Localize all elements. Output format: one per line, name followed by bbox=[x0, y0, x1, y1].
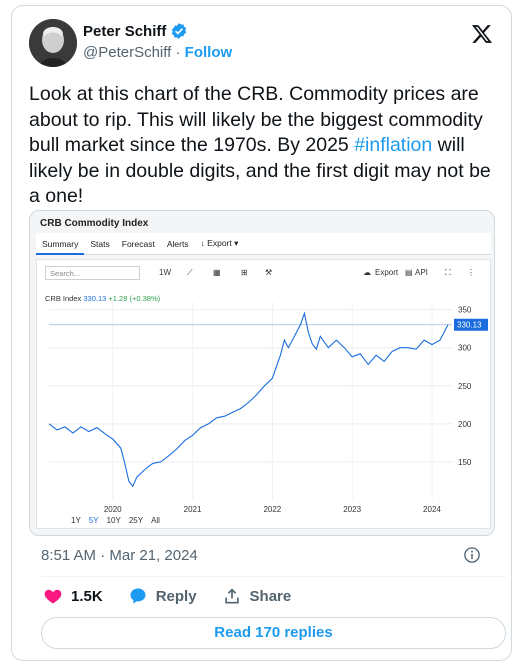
follow-button[interactable]: Follow bbox=[185, 44, 233, 61]
heart-icon bbox=[44, 589, 62, 604]
tweet-media-image[interactable]: CRB Commodity Index Summary Stats Forecast… bbox=[29, 210, 495, 536]
x-tick-label: 2023 bbox=[343, 505, 361, 514]
verified-badge-icon bbox=[172, 23, 187, 39]
author-handle[interactable]: @PeterSchiff bbox=[83, 44, 171, 61]
chart-page-title: CRB Commodity Index bbox=[40, 218, 149, 229]
chart-tab: Summary bbox=[36, 233, 85, 255]
chart-tab: Stats bbox=[90, 238, 110, 249]
range-option: 1Y bbox=[71, 516, 81, 525]
chart-panel: Search... 1W ⟋ ▦ ⊞ ⚒ ☁ Export ▤ API ⛶ ⋮ … bbox=[36, 259, 491, 529]
chart-tab: ↓ Export ▾ bbox=[200, 238, 239, 248]
chart-tab: Alerts bbox=[166, 238, 189, 249]
hashtag-link[interactable]: #inflation bbox=[354, 134, 432, 156]
x-tick-label: 2021 bbox=[184, 505, 202, 514]
reply-bubble-icon bbox=[130, 588, 146, 604]
reply-button[interactable]: Reply bbox=[128, 586, 197, 606]
tweet-card: Peter Schiff @PeterSchiff · Follow Look … bbox=[11, 5, 512, 661]
share-upload-icon bbox=[224, 588, 239, 604]
chart-tab: Forecast bbox=[121, 238, 155, 249]
separator-dot: · bbox=[175, 44, 185, 61]
y-tick-label: 300 bbox=[458, 344, 472, 353]
tweet-text: Look at this chart of the CRB. Commodity… bbox=[29, 82, 499, 210]
read-replies-button[interactable]: Read 170 replies bbox=[41, 617, 506, 649]
chart-tabs: Summary Stats Forecast Alerts ↓ Export ▾ bbox=[36, 233, 491, 255]
y-tick-label: 200 bbox=[458, 420, 472, 429]
divider bbox=[41, 576, 506, 577]
info-icon[interactable] bbox=[463, 546, 481, 564]
share-label: Share bbox=[249, 587, 292, 605]
range-option: 5Y bbox=[88, 516, 99, 525]
x-logo-icon[interactable] bbox=[471, 23, 493, 45]
x-tick-label: 2024 bbox=[423, 505, 441, 514]
range-selector: 1Y 5Y 10Y 25Y All bbox=[71, 516, 160, 525]
tweet-timestamp[interactable]: 8:51 AM · Mar 21, 2024 bbox=[41, 547, 198, 564]
share-button[interactable]: Share bbox=[222, 586, 292, 606]
like-button[interactable]: 1.5K bbox=[43, 586, 103, 606]
crb-line-chart: 150 200 250 300 350 2020 2021 2022 2023 2024 330.1… bbox=[48, 302, 488, 514]
avatar[interactable] bbox=[29, 19, 77, 67]
y-tick-label: 150 bbox=[458, 458, 472, 467]
reply-label: Reply bbox=[155, 587, 197, 605]
x-tick-label: 2022 bbox=[263, 505, 281, 514]
y-tick-label: 250 bbox=[458, 382, 472, 391]
action-bar: 1.5K Reply Share bbox=[43, 586, 316, 606]
like-count: 1.5K bbox=[71, 587, 103, 605]
range-option: All bbox=[151, 516, 160, 525]
range-option: 10Y bbox=[106, 516, 121, 525]
range-option: 25Y bbox=[128, 516, 144, 525]
series-line-crb-index bbox=[48, 311, 449, 488]
x-tick-label: 2020 bbox=[104, 505, 122, 514]
author-name[interactable]: Peter Schiff bbox=[83, 23, 166, 40]
y-tick-label: 350 bbox=[458, 306, 472, 315]
last-value-badge-text: 330.13 bbox=[457, 321, 482, 330]
